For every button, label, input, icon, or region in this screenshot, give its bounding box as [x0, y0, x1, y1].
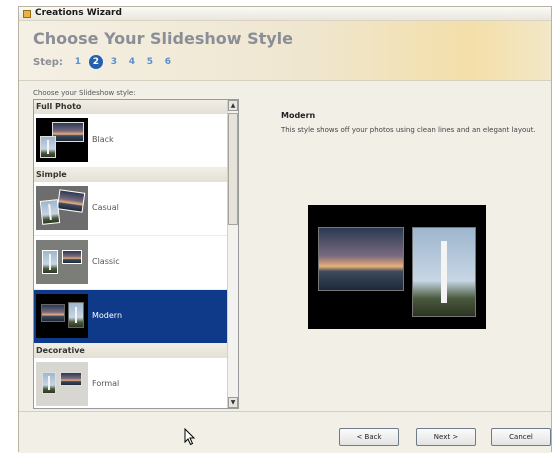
style-item-label: Modern	[92, 311, 123, 320]
wizard-window: Creations Wizard Choose Your Slideshow S…	[18, 6, 552, 453]
wizard-footer: < Back Next > Cancel	[19, 411, 551, 453]
next-button[interactable]: Next >	[416, 428, 476, 446]
preview-photo-lighthouse	[412, 227, 476, 317]
group-header-simple: Simple	[34, 168, 228, 182]
style-list-content: Full Photo Black Simple Casual Classic M…	[34, 100, 228, 408]
scroll-up-icon[interactable]: ▲	[228, 100, 238, 111]
step-label: Step:	[33, 56, 63, 68]
classic-style-thumbnail	[36, 240, 88, 284]
style-item-label: Casual	[92, 203, 119, 212]
casual-style-thumbnail	[36, 186, 88, 230]
formal-style-thumbnail	[36, 362, 88, 406]
step-3-link[interactable]: 3	[107, 57, 121, 67]
style-item-classic[interactable]: Classic	[34, 236, 228, 290]
title-bar: Creations Wizard	[19, 7, 551, 21]
style-item-formal[interactable]: Formal	[34, 358, 228, 408]
slideshow-style-list[interactable]: Full Photo Black Simple Casual Classic M…	[33, 99, 239, 409]
group-header-decorative: Decorative	[34, 344, 228, 358]
step-6-link[interactable]: 6	[161, 57, 175, 67]
preview-image	[308, 205, 486, 329]
style-item-black[interactable]: Black	[34, 114, 228, 168]
scroll-down-icon[interactable]: ▼	[228, 397, 238, 408]
style-item-label: Classic	[92, 257, 120, 266]
preview-title: Modern	[281, 111, 316, 120]
cancel-button[interactable]: Cancel	[491, 428, 551, 446]
group-header-full-photo: Full Photo	[34, 100, 228, 114]
black-style-thumbnail	[36, 118, 88, 162]
style-item-casual[interactable]: Casual	[34, 182, 228, 236]
back-button[interactable]: < Back	[339, 428, 399, 446]
preview-photo-sunset	[318, 227, 404, 291]
style-item-label: Black	[92, 135, 114, 144]
window-title: Creations Wizard	[35, 8, 122, 18]
style-item-label: Formal	[92, 379, 120, 388]
wizard-header: Choose Your Slideshow Style Step: 1 2 3 …	[19, 21, 551, 81]
step-1-link[interactable]: 1	[71, 57, 85, 67]
step-indicator: Step: 1 2 3 4 5 6	[33, 55, 175, 69]
step-2-current: 2	[88, 55, 103, 69]
style-item-modern[interactable]: Modern	[34, 290, 228, 344]
step-4-link[interactable]: 4	[125, 57, 139, 67]
page-title: Choose Your Slideshow Style	[33, 29, 294, 48]
list-scrollbar[interactable]: ▲ ▼	[227, 100, 238, 408]
mouse-cursor-icon	[184, 428, 196, 446]
app-icon	[23, 10, 31, 18]
step-5-link[interactable]: 5	[143, 57, 157, 67]
preview-description: This style shows off your photos using c…	[281, 126, 536, 134]
modern-style-thumbnail	[36, 294, 88, 338]
style-list-label: Choose your Slideshow style:	[33, 89, 136, 97]
scroll-thumb[interactable]	[228, 113, 238, 225]
